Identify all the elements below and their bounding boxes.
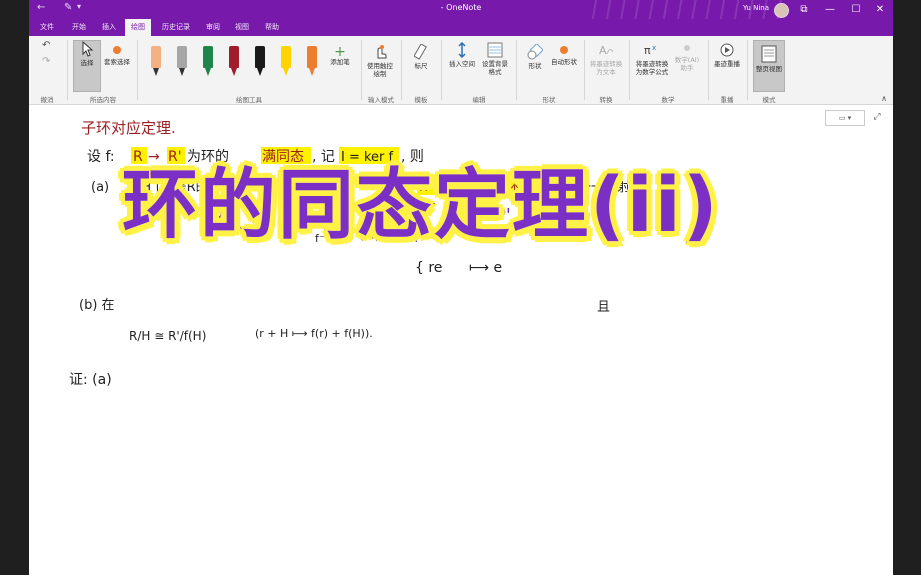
full-page-view-button[interactable]: 整页视图 xyxy=(753,40,785,92)
minimize-icon[interactable]: — xyxy=(819,1,841,18)
pen-3[interactable] xyxy=(202,46,214,78)
group-label-tools: 绘图工具 xyxy=(236,96,262,104)
add-pen-button[interactable]: + 添加笔 xyxy=(329,44,351,66)
ink-to-text-label: 将墨迹转换为文本 xyxy=(589,60,623,76)
auto-shape-button[interactable]: 自动形状 xyxy=(551,44,577,66)
svg-text:π: π xyxy=(644,44,651,57)
ink-to-math-icon: πx xyxy=(644,44,656,57)
close-icon[interactable]: ✕ xyxy=(869,1,891,18)
group-label-input: 输入模式 xyxy=(368,96,394,104)
ink-to-math-button[interactable]: πx 将墨迹转换为数学公式 xyxy=(633,42,671,76)
ink-to-math-label: 将墨迹转换为数学公式 xyxy=(635,60,669,76)
add-pen-label: 添加笔 xyxy=(330,58,350,66)
pen-4[interactable] xyxy=(228,46,240,78)
tab-history[interactable]: 历史记录 xyxy=(162,22,190,32)
undo-icon[interactable]: ↶ xyxy=(42,41,50,51)
collapse-ribbon-icon[interactable]: ∧ xyxy=(881,94,887,103)
highlighter-yellow[interactable] xyxy=(280,46,292,78)
ruler-button[interactable]: 标尺 xyxy=(409,44,433,70)
onenote-window: ← ✎ ▾ - OneNote Yu Nina ⧉ — ☐ ✕ 文件 开始 插入… xyxy=(29,0,893,575)
cursor-icon xyxy=(82,41,94,57)
note-quotient: R/H ≅ R'/f(H) xyxy=(129,329,206,343)
tab-file[interactable]: 文件 xyxy=(40,22,54,32)
touch-draw-button[interactable]: 使用触控绘制 xyxy=(366,44,394,78)
math-assistant-icon xyxy=(684,45,690,51)
group-label-shapes: 形状 xyxy=(542,96,556,104)
ruler-label: 标尺 xyxy=(414,62,428,70)
ribbon-tabs: 文件 开始 插入 绘图 历史记录 审阅 视图 帮助 xyxy=(29,19,893,36)
group-label-select: 所选内容 xyxy=(90,96,116,104)
ribbon: ↶ ↷ 撤消 选择 套索选择 所选内容 + 添加笔 绘图工具 使用触控绘制 输入… xyxy=(29,36,893,105)
math-assistant-button[interactable]: 数学(AI)助手 xyxy=(673,42,701,72)
select-label: 选择 xyxy=(80,59,94,67)
tab-view[interactable]: 视图 xyxy=(235,22,249,32)
lasso-icon xyxy=(113,46,121,54)
tab-help[interactable]: 帮助 xyxy=(265,22,279,32)
full-page-label: 整页视图 xyxy=(756,65,782,73)
note-quotient-map: (r + H ⟼ f(r) + f(H)). xyxy=(255,327,373,340)
pen-1[interactable] xyxy=(150,46,162,78)
shape-label: 形状 xyxy=(528,62,542,70)
lasso-select-button[interactable]: 套索选择 xyxy=(102,44,132,66)
group-label-undo: 撤消 xyxy=(40,96,54,104)
paper-format-button[interactable]: 设置背景格式 xyxy=(479,42,511,76)
note-part-b: (b) 在 xyxy=(79,298,115,313)
replay-icon xyxy=(720,43,734,57)
ink-to-text-button[interactable]: A 将墨迹转换为文本 xyxy=(589,42,623,76)
note-proof: 证: (a) xyxy=(69,372,112,388)
group-label-convert: 转换 xyxy=(599,96,613,104)
svg-text:A: A xyxy=(599,44,607,57)
maximize-icon[interactable]: ☐ xyxy=(845,1,867,18)
group-label-replay: 重播 xyxy=(720,96,734,104)
avatar[interactable] xyxy=(774,3,789,18)
ruler-icon xyxy=(414,44,427,60)
note-heading: 子环对应定理. xyxy=(81,119,176,137)
tab-draw[interactable]: 绘图 xyxy=(125,19,151,36)
note-partial-2: ⟼ e xyxy=(469,260,502,276)
paper-format-label: 设置背景格式 xyxy=(482,60,508,76)
ink-replay-button[interactable]: 墨迹重播 xyxy=(713,42,741,68)
group-label-mode: 模式 xyxy=(762,96,776,104)
svg-text:x: x xyxy=(652,44,656,52)
auto-shape-label: 自动形状 xyxy=(551,58,577,66)
title-bar: ← ✎ ▾ - OneNote Yu Nina ⧉ — ☐ ✕ xyxy=(29,0,893,30)
touch-draw-label: 使用触控绘制 xyxy=(367,62,393,78)
ink-replay-label: 墨迹重播 xyxy=(714,60,740,68)
auto-shape-icon xyxy=(560,46,568,54)
plus-icon: + xyxy=(334,44,346,60)
note-part-a: (a) xyxy=(91,180,109,195)
note-part-b-tail: 且 xyxy=(597,300,610,315)
video-title-overlay: 环的同态定理(ii) xyxy=(120,158,720,251)
full-page-icon xyxy=(761,45,777,63)
select-button[interactable]: 选择 xyxy=(73,40,101,92)
paper-format-icon xyxy=(487,42,503,58)
user-name[interactable]: Yu Nina xyxy=(743,4,769,12)
ink-to-text-icon: A xyxy=(599,44,614,57)
group-label-edit: 编辑 xyxy=(472,96,486,104)
highlighter-orange[interactable] xyxy=(306,46,318,78)
touch-icon xyxy=(377,45,387,59)
pen-5[interactable] xyxy=(254,46,266,78)
lasso-label: 套索选择 xyxy=(104,58,130,66)
math-assistant-label: 数学(AI)助手 xyxy=(674,56,700,72)
tab-home[interactable]: 开始 xyxy=(72,22,86,32)
shape-button[interactable]: 形状 xyxy=(522,44,548,70)
redo-icon[interactable]: ↷ xyxy=(42,57,50,67)
insert-space-icon xyxy=(458,42,466,58)
pen-2[interactable] xyxy=(176,46,188,78)
insert-space-label: 插入空间 xyxy=(449,60,475,68)
note-line2-prefix: 设 f: xyxy=(87,149,115,165)
group-label-math: 数学 xyxy=(661,96,675,104)
shapes-icon xyxy=(527,44,543,60)
tab-review[interactable]: 审阅 xyxy=(206,22,220,32)
insert-space-button[interactable]: 插入空间 xyxy=(447,42,477,68)
tab-insert[interactable]: 插入 xyxy=(102,22,116,32)
group-label-template: 模板 xyxy=(414,96,428,104)
window-layout-icon[interactable]: ⧉ xyxy=(793,1,815,18)
note-partial-1: { re xyxy=(415,260,442,276)
